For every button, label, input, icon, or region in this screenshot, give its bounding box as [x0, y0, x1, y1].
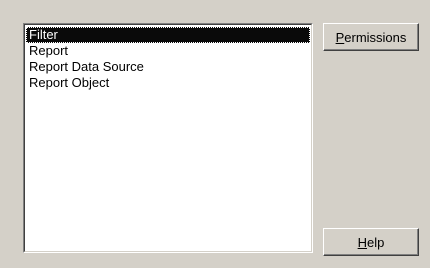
list-item-report[interactable]: Report	[26, 43, 310, 59]
list-item-report-data-source[interactable]: Report Data Source	[26, 59, 310, 75]
help-button[interactable]: Help	[323, 228, 419, 256]
object-type-list-body: Filter Report Report Data Source Report …	[24, 24, 312, 252]
list-item-report-object[interactable]: Report Object	[26, 75, 310, 91]
permissions-button[interactable]: Permissions	[323, 23, 419, 51]
list-item-filter[interactable]: Filter	[26, 27, 310, 43]
help-mnemonic: H	[357, 234, 368, 250]
help-label-rest: elp	[367, 234, 385, 250]
permissions-button-label: Permissions	[336, 30, 407, 45]
permissions-label-rest: ermissions	[344, 29, 407, 45]
object-type-list[interactable]: Filter Report Report Data Source Report …	[23, 23, 313, 253]
help-button-label: Help	[358, 235, 385, 250]
permissions-mnemonic: P	[335, 29, 345, 45]
